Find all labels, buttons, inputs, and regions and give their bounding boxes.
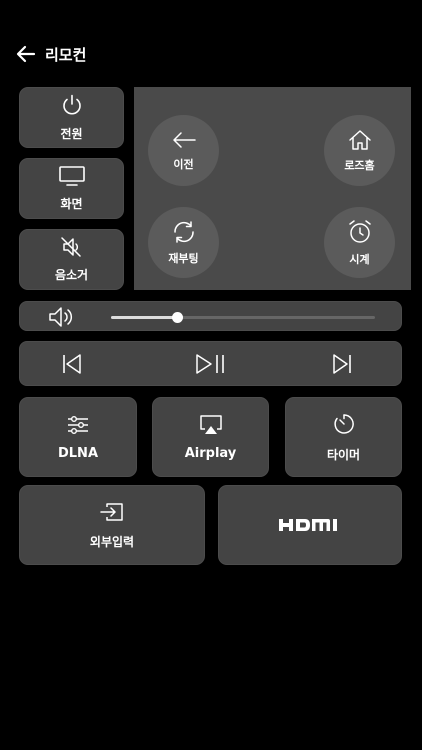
- sliders-icon: [68, 415, 88, 434]
- external-input-label: 외부입력: [89, 534, 135, 549]
- media-controls: [19, 341, 402, 386]
- screen-button[interactable]: 화면: [19, 158, 124, 219]
- power-label: 전원: [60, 127, 83, 141]
- volume-bar: [19, 301, 402, 331]
- home-icon: [348, 129, 371, 150]
- home-button[interactable]: 로즈홈: [324, 115, 395, 186]
- volume-slider-track[interactable]: [111, 312, 375, 323]
- power-button[interactable]: 전원: [19, 87, 124, 148]
- page-title: 리모컨: [45, 46, 87, 64]
- navigation-pad: 이전 로즈홈 재부팅 시계: [134, 87, 411, 290]
- previous-button[interactable]: [50, 342, 94, 386]
- timer-icon: [333, 413, 354, 434]
- airplay-icon: [199, 414, 222, 434]
- play-pause-button[interactable]: [189, 342, 233, 386]
- monitor-icon: [58, 166, 85, 186]
- timer-button[interactable]: 타이머: [285, 397, 402, 477]
- volume-slider-thumb[interactable]: [172, 312, 183, 323]
- back-button[interactable]: [14, 42, 38, 66]
- airplay-label: Airplay: [184, 445, 237, 461]
- alarm-clock-icon: [348, 219, 371, 243]
- screen-label: 화면: [60, 197, 83, 211]
- timer-label: 타이머: [326, 447, 361, 462]
- mute-button[interactable]: 음소거: [19, 229, 124, 290]
- skip-previous-icon: [63, 354, 81, 374]
- hdmi-button[interactable]: [218, 485, 402, 565]
- volume-slider-fill: [111, 316, 177, 319]
- back-nav-label: 이전: [173, 157, 194, 171]
- skip-next-icon: [333, 354, 351, 374]
- hdmi-logo: [279, 519, 337, 531]
- home-label: 로즈홈: [344, 158, 375, 172]
- clock-label: 시계: [349, 252, 370, 266]
- airplay-button[interactable]: Airplay: [152, 397, 269, 477]
- arrow-left-icon: [16, 45, 36, 63]
- back-nav-button[interactable]: 이전: [148, 115, 219, 186]
- speaker-icon[interactable]: [47, 305, 75, 333]
- clock-button[interactable]: 시계: [324, 207, 395, 278]
- dlna-button[interactable]: DLNA: [19, 397, 137, 477]
- power-icon: [62, 94, 81, 115]
- dlna-label: DLNA: [57, 445, 98, 461]
- next-button[interactable]: [320, 342, 364, 386]
- external-input-button[interactable]: 외부입력: [19, 485, 205, 565]
- play-pause-icon: [196, 354, 224, 374]
- mute-icon: [60, 237, 81, 257]
- mute-label: 음소거: [54, 268, 89, 282]
- reboot-label: 재부팅: [168, 251, 199, 265]
- back-arrow-icon: [172, 131, 196, 148]
- input-source-icon: [100, 502, 123, 521]
- reboot-button[interactable]: 재부팅: [148, 207, 219, 278]
- reboot-icon: [173, 220, 194, 243]
